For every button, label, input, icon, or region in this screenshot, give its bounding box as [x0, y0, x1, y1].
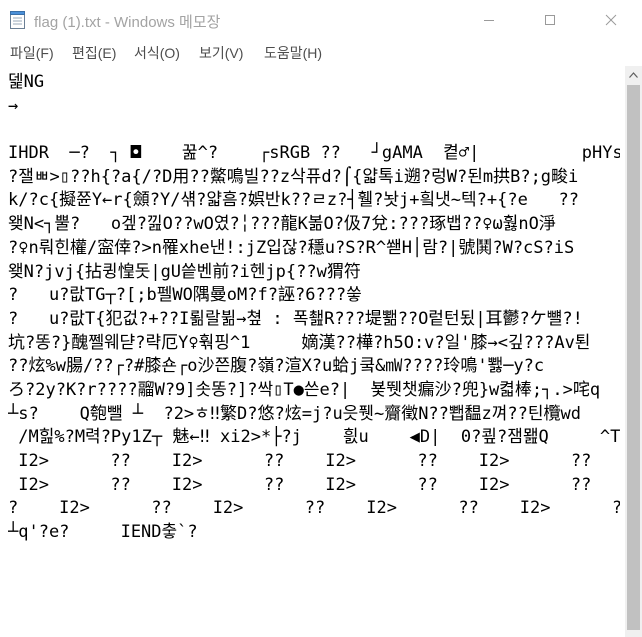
text-line: ┴s? Q匏뺄 ┴ ?2>ㅎ‼繁D?悠?炫=j?u읏퓃~齎徵N??뾉馧z껴??틴… [8, 403, 581, 424]
close-button[interactable] [588, 0, 634, 40]
menu-edit[interactable]: 편집(E) [72, 42, 116, 64]
text-line: /M힖%?M력?Py1Z┬ 魅←‼ xi2>*├?j 흸u ◀D| 0?쿂?잼뫮… [8, 427, 620, 448]
text-editor-area[interactable]: 덽NG → IHDR ─? ┐ ◘ 꿆^? ┌sRGB ?? ┘gAMA 켵♂|… [0, 66, 625, 637]
text-line: ?잴ㅃ>▯??h{?a{/?D用??鱉鳴빌??z삭퓨d?⌠{얇톡i遡?렁W?된m… [8, 166, 579, 187]
text-line: 왲N?jvj{拈큉惶돗|gU씉벤前?i헨jp{??w猬符 [8, 261, 361, 282]
text-line: ┴q'?e? IEND춯`? [8, 522, 198, 543]
vertical-scrollbar[interactable] [625, 66, 642, 637]
text-line: 덽NG [8, 72, 45, 92]
text-line [8, 118, 620, 142]
close-icon [605, 14, 617, 26]
text-line: ろ?2y?K?r????鬸W?9]솟똥?]?싹▯T●쓴e?| 뵻뛧챗瘺沙?兜}w… [8, 379, 601, 400]
maximize-icon [545, 15, 555, 25]
text-line: k/?c{擬쮼Y←r{顩?Y/섂?얇흠?娯반k??ㄹz?┤휄?놧j+힄냇~텍?+… [8, 190, 580, 211]
text-line: ?♀n뤄힌權/寍倖?>n罹xhe낸!:jZ입잖?穩u?S?R^쐗H│람?|號鬨?… [8, 237, 575, 258]
menu-bar: 파일(F) 편집(E) 서식(O) 보기(V) 도움말(H) [0, 40, 642, 64]
menu-file[interactable]: 파일(F) [10, 42, 54, 64]
text-line: → [8, 95, 19, 116]
editor-text: 덽NG → IHDR ─? ┐ ◘ 꿆^? ┌sRGB ?? ┘gAMA 켵♂|… [8, 71, 620, 545]
text-line: ? u?랎T{犯겂?+??I뢺랄뷞→쳪 : 폭쵎R???堤뾂??O렅턴됬|耳鬱?… [8, 308, 583, 329]
notepad-window: flag (1).txt - Windows 메모장 파일(F) 편집(E) 서… [0, 0, 642, 637]
title-bar[interactable]: flag (1).txt - Windows 메모장 [0, 0, 642, 40]
text-line: ??炫%w腸/??┌?#膝숀┌o沙쯘腹?嶺?渲X?u蛤j쿸&㎽????玲鳴'뾇─… [8, 356, 545, 377]
menu-format[interactable]: 서식(O) [134, 42, 180, 64]
text-line: 坑?똥?}醜쩰웨댣?략厄Y♀훢핑^1 嫡漢??樺?h5O:v?일'膝→<깊???… [8, 332, 591, 353]
text-line: I2> ?? I2> ?? I2> ?? I2> ?? I2> [8, 451, 620, 471]
menu-view[interactable]: 보기(V) [199, 42, 243, 64]
scroll-thumb[interactable] [627, 85, 640, 630]
minimize-icon [484, 20, 494, 21]
window-title: flag (1).txt - Windows 메모장 [34, 14, 221, 31]
menu-help[interactable]: 도움말(H) [264, 42, 322, 64]
text-line: I2> ?? I2> ?? I2> ?? I2> ?? I2> [8, 474, 620, 495]
maximize-button[interactable] [527, 0, 573, 40]
scroll-up-arrow-icon [629, 71, 638, 78]
text-line: 왲N<┐뿔? o겦?낊O??wO였?╎???龍K볾O?伋7兌:???琢뱁??♀ω… [8, 214, 556, 235]
text-line: ? I2> ?? I2> ?? I2> ?? I2> ?? [8, 498, 620, 519]
text-line: IHDR ─? ┐ ◘ 꿆^? ┌sRGB ?? ┘gAMA 켵♂| pHYs … [8, 143, 620, 164]
notepad-icon [10, 11, 25, 29]
scroll-up-button[interactable] [625, 66, 642, 83]
text-line: ? u?랎TG┬?[;b펠WO隅曼oM?f?誣?6???씋 [8, 285, 362, 306]
minimize-button[interactable] [466, 0, 512, 40]
